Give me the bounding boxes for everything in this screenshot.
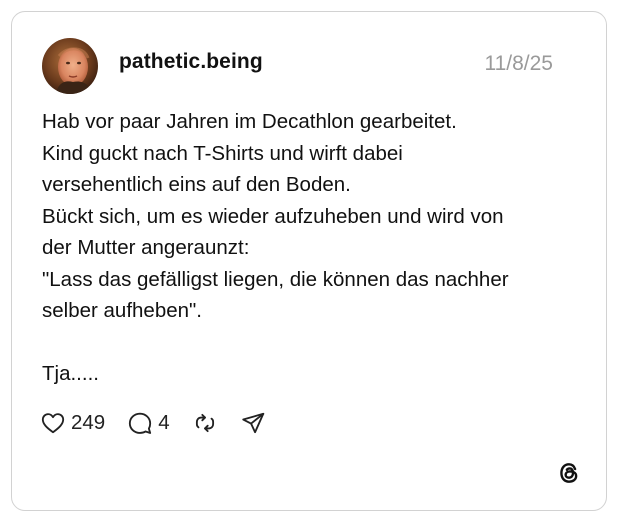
post-date: 11/8/25 <box>484 52 553 75</box>
comment-bubble-icon <box>127 410 153 436</box>
post-text-line: selber aufheben". <box>42 299 203 322</box>
post-text-line <box>42 327 582 359</box>
avatar-image <box>42 38 98 94</box>
repost-icon <box>192 410 218 436</box>
share-button[interactable] <box>240 410 266 436</box>
repost-button[interactable] <box>192 410 218 436</box>
post-text-line: Hab vor paar Jahren im Decathlon gearbei… <box>42 110 457 133</box>
avatar[interactable] <box>42 38 98 94</box>
send-icon <box>240 410 266 436</box>
reply-button[interactable]: 4 <box>127 410 170 436</box>
action-bar: 249 4 <box>40 408 266 438</box>
post-text-line: Bückt sich, um es wieder aufzuheben und … <box>42 204 504 228</box>
post-card: pathetic.being 11/8/25 Hab vor paar Jahr… <box>11 11 607 511</box>
heart-icon <box>40 410 66 436</box>
username[interactable]: pathetic.being <box>119 50 263 74</box>
reply-count: 4 <box>158 411 170 434</box>
post-text: Hab vor paar Jahren im Decathlon gearbei… <box>42 106 582 390</box>
post-text-line: der Mutter angeraunzt: <box>42 236 250 259</box>
post-text-line: Tja..... <box>42 362 99 385</box>
post-text-line: "Lass das gefälligst liegen, die können … <box>42 267 509 291</box>
threads-logo-icon[interactable] <box>556 460 582 486</box>
post-text-line: versehentlich eins auf den Boden. <box>42 173 351 196</box>
like-count: 249 <box>71 411 106 434</box>
post-text-line: Kind guckt nach T-Shirts und wirft dabei <box>42 141 403 165</box>
like-button[interactable]: 249 <box>40 410 105 436</box>
